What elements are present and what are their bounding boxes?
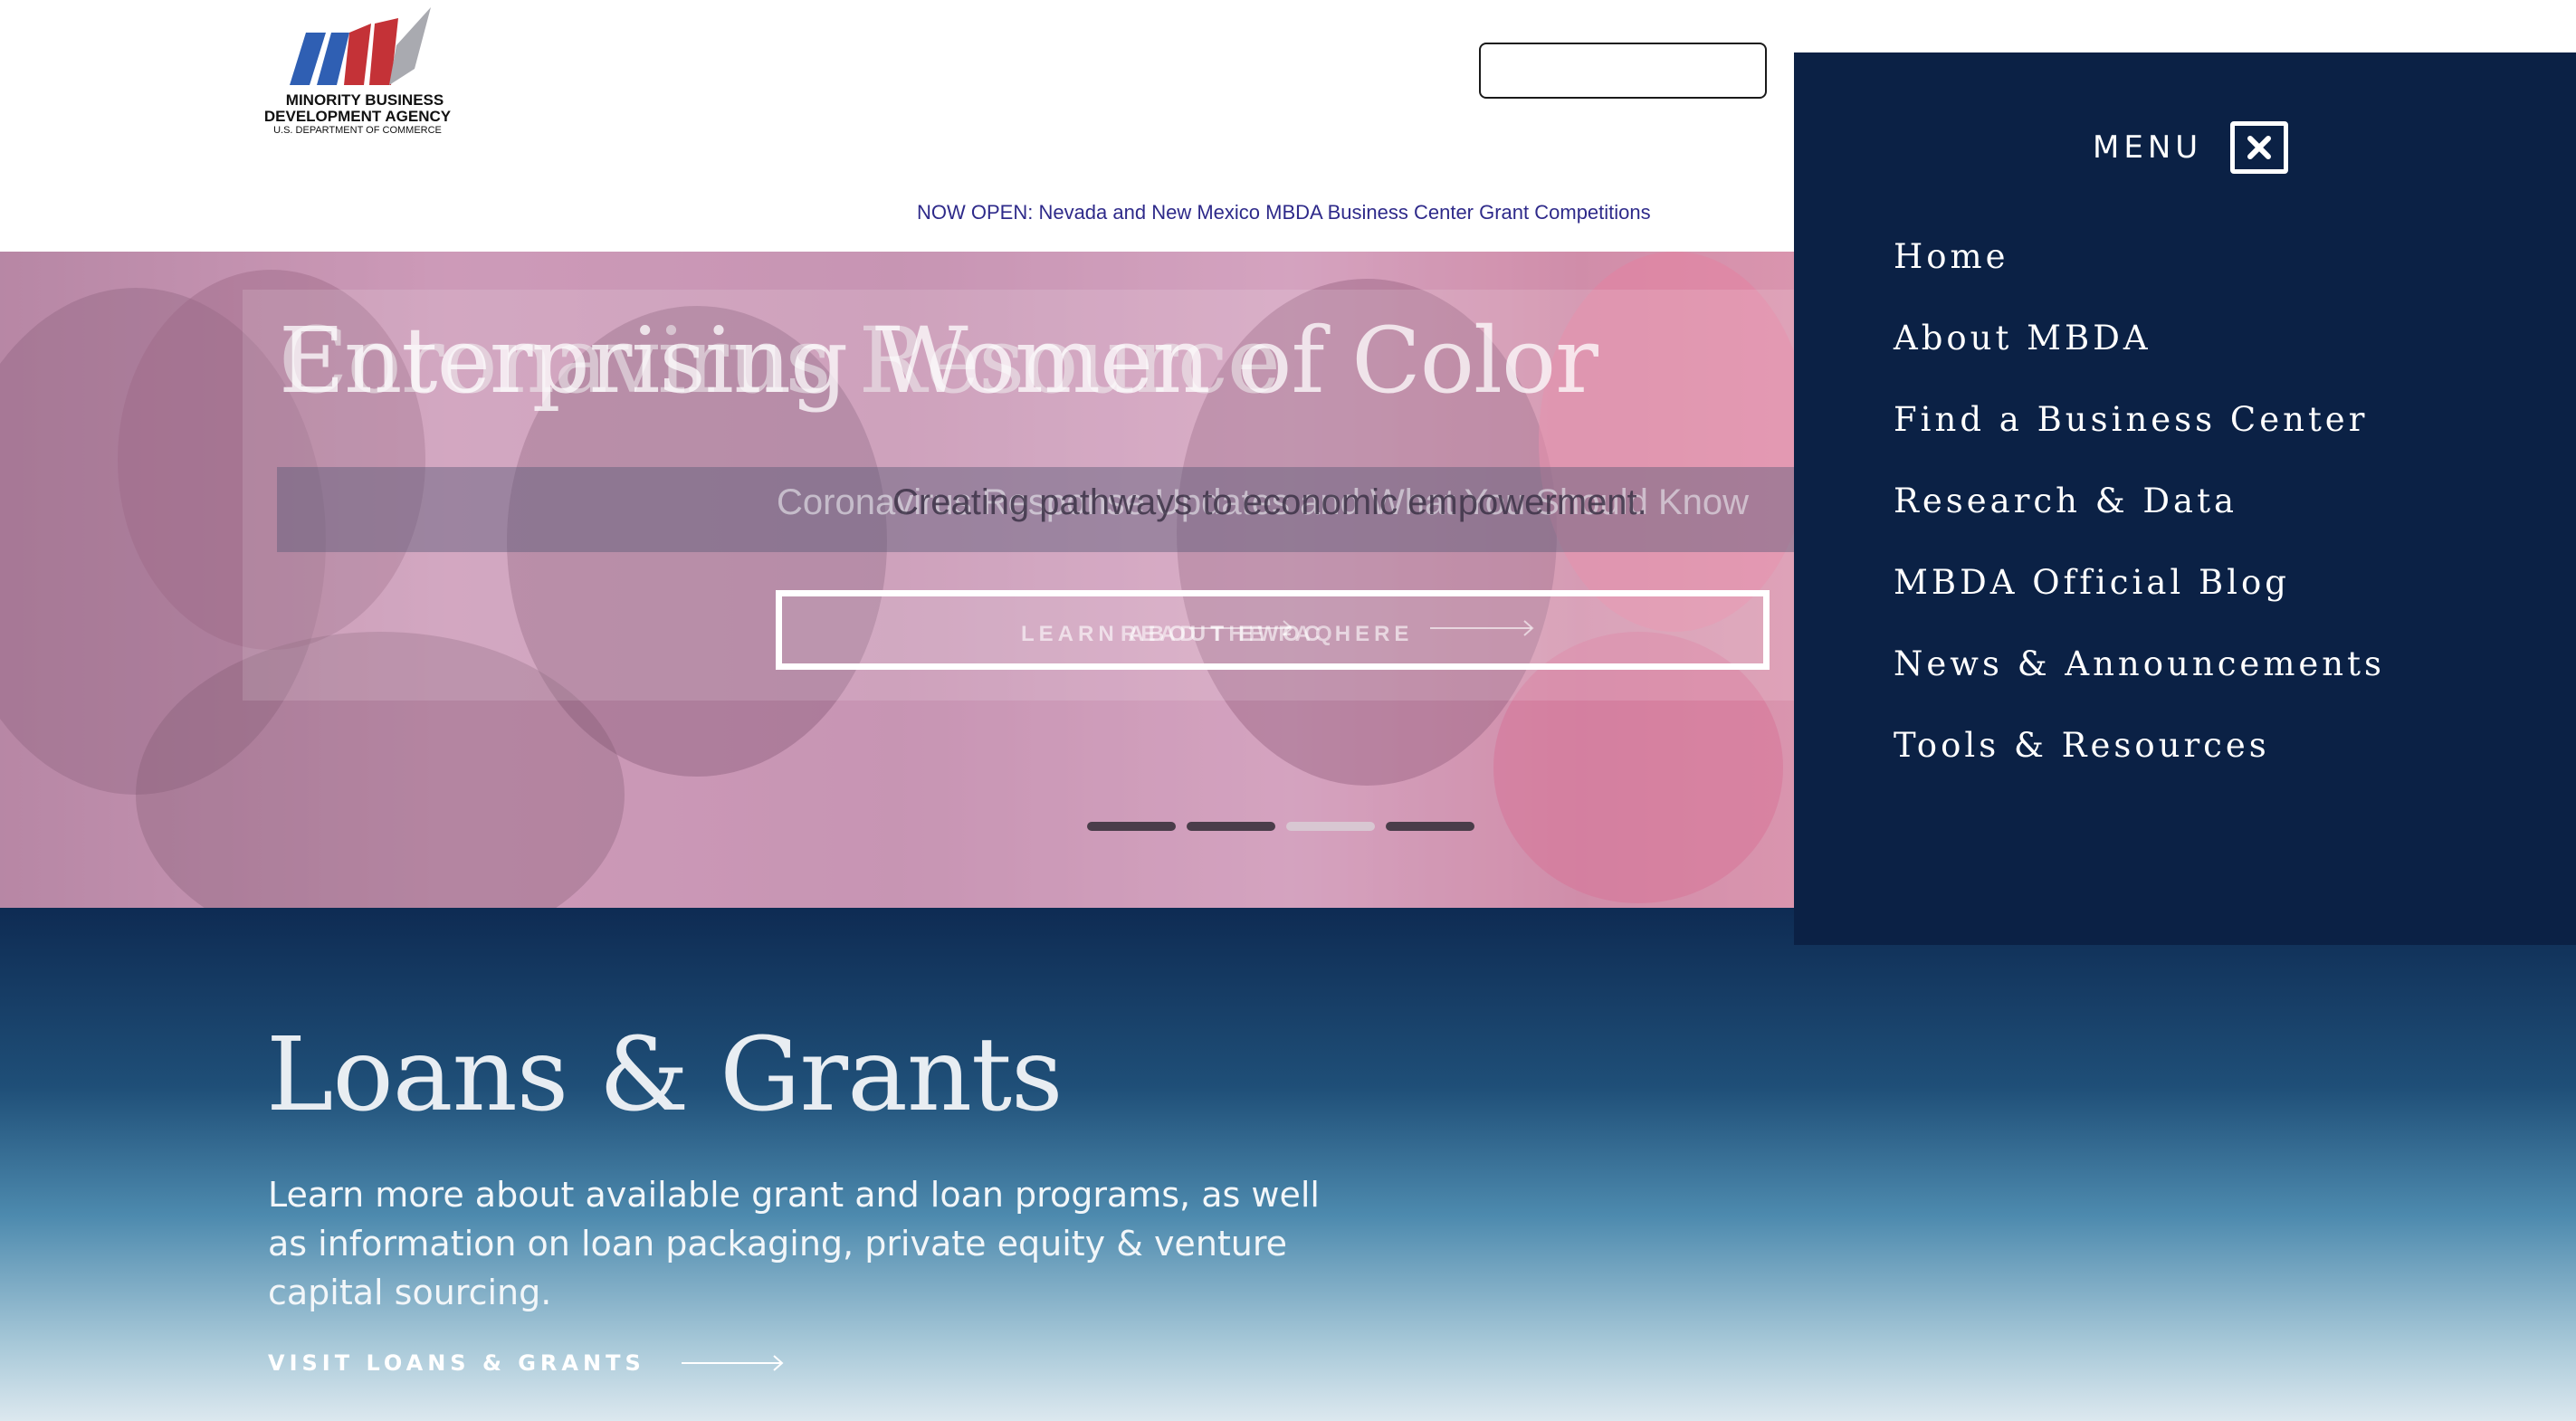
menu-item-home[interactable]: Home	[1894, 237, 2385, 319]
hero-cta-button[interactable]: LEARN ABOUT EWOC HERE READ THE FAQ	[776, 590, 1770, 670]
close-icon	[2247, 136, 2271, 159]
announcement-link[interactable]: NOW OPEN: Nevada and New Mexico MBDA Bus…	[917, 201, 1651, 224]
hero-subtitle: Creating pathways to economic empowermen…	[892, 482, 1647, 522]
menu-item-find-business-center[interactable]: Find a Business Center	[1894, 400, 2385, 482]
arrow-right-icon	[1430, 620, 1534, 636]
carousel-dot-1[interactable]	[1087, 822, 1176, 831]
loans-description: Learn more about available grant and loa…	[268, 1175, 1320, 1312]
visit-loans-label: VISIT LOANS & GRANTS	[268, 1350, 645, 1376]
logo-text-line3: U.S. DEPARTMENT OF COMMERCE	[273, 125, 442, 136]
menu-item-blog[interactable]: MBDA Official Blog	[1894, 563, 2385, 644]
mbda-logo-mark: MINORITY BUSINESS DEVELOPMENT AGENCY U.S…	[264, 7, 452, 136]
menu-item-tools-resources[interactable]: Tools & Resources	[1894, 726, 2385, 807]
carousel-dot-2[interactable]	[1187, 822, 1275, 831]
loans-title: Loans & Grants	[266, 1016, 1063, 1134]
menu-label: MENU	[2093, 129, 2203, 166]
menu-header: MENU	[2093, 121, 2288, 174]
nav-menu-panel: MENU Home About MBDA Find a Business Cen…	[1794, 52, 2576, 945]
arrow-right-icon	[682, 1355, 784, 1371]
menu-item-about[interactable]: About MBDA	[1894, 319, 2385, 400]
loans-section: Loans & Grants Learn more about availabl…	[0, 908, 2576, 1421]
arrow-right-icon	[1189, 620, 1293, 636]
menu-item-research-data[interactable]: Research & Data	[1894, 482, 2385, 563]
menu-item-news[interactable]: News & Announcements	[1894, 644, 2385, 726]
hero-title: Enterprising Women of Color	[279, 308, 1598, 414]
hero-carousel: Coronavirus Resource Enterprising Women …	[0, 252, 1794, 908]
logo-text-line2: DEVELOPMENT AGENCY	[264, 108, 452, 125]
logo-text-line1: MINORITY BUSINESS	[286, 91, 444, 109]
mbda-logo[interactable]: MINORITY BUSINESS DEVELOPMENT AGENCY U.S…	[262, 5, 453, 138]
carousel-dot-4[interactable]	[1386, 822, 1474, 831]
carousel-indicators	[1087, 822, 1476, 833]
menu-list: Home About MBDA Find a Business Center R…	[1894, 237, 2385, 807]
carousel-dot-3[interactable]	[1286, 822, 1375, 831]
visit-loans-link[interactable]: VISIT LOANS & GRANTS	[268, 1349, 787, 1377]
search-input[interactable]	[1479, 43, 1767, 99]
close-menu-button[interactable]	[2229, 121, 2288, 174]
